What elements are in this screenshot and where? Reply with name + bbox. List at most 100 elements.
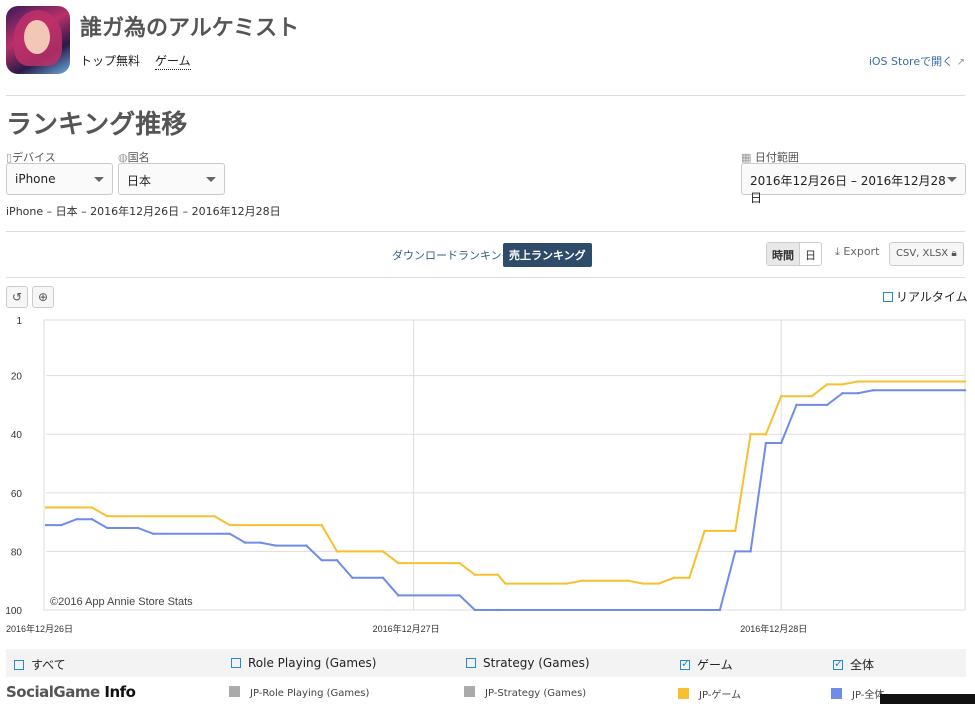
legend-checkbox[interactable]: 全体 xyxy=(833,656,874,673)
y-tick-label: 60 xyxy=(11,489,23,500)
series-point xyxy=(496,573,499,576)
legend-checkbox-label: 全体 xyxy=(850,658,875,672)
ios-store-link[interactable]: iOS Storeで開く ↗ xyxy=(869,53,965,69)
series-point xyxy=(963,380,967,383)
legend-checkbox[interactable]: すべて xyxy=(14,656,66,673)
realtime-toggle[interactable]: リアルタイム xyxy=(883,288,968,305)
series-point xyxy=(397,594,400,597)
series-point xyxy=(458,594,461,597)
series-point xyxy=(749,433,752,436)
ranking-type-label: トップ無料 xyxy=(80,54,141,68)
series-point xyxy=(75,518,78,521)
y-tick-label: 1 xyxy=(16,316,22,327)
series-point xyxy=(780,441,783,445)
legend-checkbox-label: Strategy (Games) xyxy=(483,656,590,670)
legend-checkbox-label: Role Playing (Games) xyxy=(248,656,377,670)
legend-series-item: JP-Role Playing (Games) xyxy=(229,686,369,699)
app-icon xyxy=(6,6,70,74)
series-point xyxy=(626,579,630,582)
undo-icon: ↺ xyxy=(11,290,23,304)
series-point xyxy=(106,515,109,518)
granularity-toggle: 時間 日 xyxy=(766,242,822,266)
csv-xlsx-button[interactable]: CSV, XLSX 🔒︎ xyxy=(889,242,964,266)
series-point xyxy=(473,608,477,612)
series-point xyxy=(734,550,737,553)
legend-series-label: JP-Role Playing (Games) xyxy=(250,688,370,699)
legend-checkbox[interactable]: Strategy (Games) xyxy=(466,656,590,670)
series-point xyxy=(274,544,277,547)
y-tick-label: 100 xyxy=(5,606,22,617)
series-point xyxy=(734,529,737,533)
x-tick-label: 2016年12月28日 xyxy=(740,623,807,634)
series-point xyxy=(703,529,706,533)
series-point xyxy=(841,392,844,395)
series-point xyxy=(764,441,768,445)
category-link[interactable]: ゲーム xyxy=(155,52,191,70)
series-point xyxy=(44,523,48,527)
legend-checkbox-label: すべて xyxy=(31,658,66,672)
legend-checkbox[interactable]: ゲーム xyxy=(680,656,733,673)
series-point xyxy=(504,582,507,585)
series-point xyxy=(381,576,385,579)
zoom-button[interactable]: ⊕ xyxy=(32,286,54,308)
chevron-down-icon xyxy=(206,177,216,182)
legend-swatch xyxy=(229,686,240,697)
day-button[interactable]: 日 xyxy=(800,243,821,265)
reset-zoom-button[interactable]: ↺ xyxy=(6,286,28,308)
series-point xyxy=(458,561,461,565)
series-point xyxy=(213,515,216,518)
chart-credit: ©2016 App Annie Store Stats xyxy=(50,596,193,608)
series-point xyxy=(810,395,813,398)
checkbox-icon xyxy=(833,657,843,670)
x-tick-label: 2016年12月27日 xyxy=(373,623,440,634)
y-tick-label: 20 xyxy=(11,372,23,383)
device-select[interactable]: iPhone xyxy=(6,163,113,195)
divider xyxy=(6,231,965,232)
series-point xyxy=(780,395,783,398)
series-point xyxy=(825,383,829,386)
legend-swatch xyxy=(678,688,689,699)
y-tick-label: 40 xyxy=(11,430,23,441)
series-point xyxy=(963,389,967,392)
country-select[interactable]: 日本 xyxy=(118,163,225,195)
series-point xyxy=(228,532,231,535)
series-point xyxy=(351,576,354,579)
hour-button[interactable]: 時間 xyxy=(767,243,800,265)
watermark-logo: SocialGame Info xyxy=(6,683,136,701)
corner-overlay xyxy=(880,694,975,704)
series-point xyxy=(856,380,859,383)
legend-series-label: JP-Strategy (Games) xyxy=(485,688,587,699)
app-title: 誰ガ為のアルケミスト xyxy=(80,16,300,41)
external-link-icon: ↗ xyxy=(956,57,965,68)
checkbox-icon xyxy=(680,657,690,670)
series-point xyxy=(496,608,499,612)
series-point xyxy=(320,559,323,562)
tab-sales-ranking[interactable]: 売上ランキング xyxy=(503,243,592,267)
series-point xyxy=(825,403,829,407)
series-point xyxy=(672,576,676,579)
series-point xyxy=(856,392,859,395)
series-point xyxy=(657,582,660,585)
lock-icon: 🔒︎ xyxy=(951,248,957,259)
series-point xyxy=(749,550,752,553)
legend-series-item: JP-Strategy (Games) xyxy=(464,686,586,699)
chevron-down-icon xyxy=(947,177,957,182)
ios-store-link-label: iOS Storeで開く xyxy=(868,55,954,68)
series-point xyxy=(718,608,722,612)
tab-download-ranking[interactable]: ダウンロードランキング xyxy=(392,247,513,263)
legend-swatch xyxy=(464,686,475,697)
checkbox-icon xyxy=(466,658,476,668)
series-point xyxy=(642,582,645,585)
series-point xyxy=(90,518,94,521)
legend-checkbox-label: ゲーム xyxy=(697,658,733,672)
series-point xyxy=(335,559,339,562)
series-point xyxy=(243,541,247,544)
series-point xyxy=(60,523,63,527)
series-point xyxy=(841,383,844,386)
series-point xyxy=(580,579,584,582)
export-button[interactable]: ⤓ Export xyxy=(835,245,879,259)
legend-checkbox[interactable]: Role Playing (Games) xyxy=(231,656,376,670)
date-range-select[interactable]: 2016年12月26日 – 2016年12月28日 xyxy=(741,163,966,205)
y-tick-label: 80 xyxy=(11,547,23,558)
series-point xyxy=(106,526,109,530)
